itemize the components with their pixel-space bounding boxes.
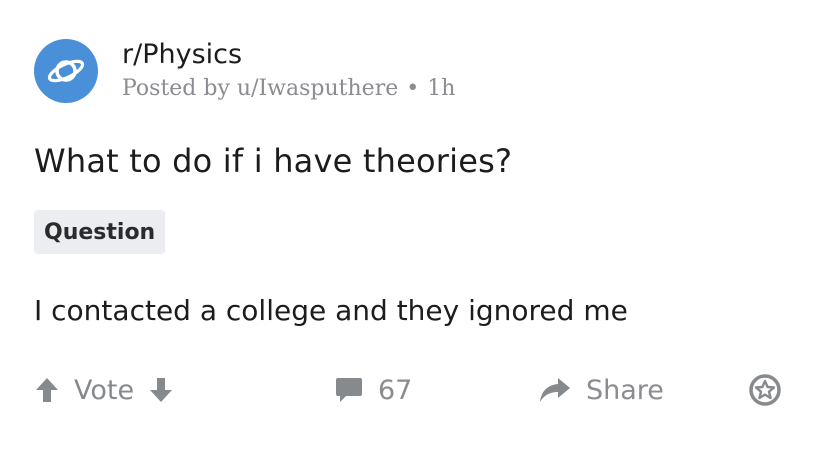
award-star-icon — [748, 373, 782, 407]
arrow-up-icon[interactable] — [34, 376, 60, 404]
post-meta: r/Physics Posted by u/Iwasputhere • 1h — [122, 38, 455, 104]
post-age: 1h — [427, 76, 456, 101]
comments-count: 67 — [378, 374, 413, 406]
planet-icon — [45, 50, 87, 92]
post-flair[interactable]: Question — [34, 210, 166, 254]
post-title[interactable]: What to do if i have theories? — [34, 142, 512, 180]
post-actions-bar: Vote 67 Share — [34, 368, 794, 412]
posted-by-prefix: Posted by — [122, 76, 230, 101]
award-button[interactable] — [748, 373, 782, 407]
arrow-down-icon[interactable] — [148, 376, 174, 404]
post-header: r/Physics Posted by u/Iwasputhere • 1h — [34, 38, 455, 104]
subreddit-name[interactable]: r/Physics — [122, 38, 455, 72]
share-label: Share — [586, 374, 664, 406]
comments-button[interactable]: 67 — [334, 375, 538, 406]
vote-group: Vote — [34, 375, 334, 406]
posted-by-line: Posted by u/Iwasputhere • 1h — [122, 74, 455, 104]
post-body: I contacted a college and they ignored m… — [34, 294, 628, 327]
share-arrow-icon — [538, 376, 572, 404]
share-button[interactable]: Share — [538, 375, 738, 406]
vote-count: Vote — [74, 374, 135, 406]
post-card: r/Physics Posted by u/Iwasputhere • 1h Wha… — [0, 0, 828, 458]
meta-separator: • — [406, 76, 420, 101]
comment-bubble-icon — [334, 375, 364, 405]
subreddit-avatar[interactable] — [34, 39, 98, 103]
author-link[interactable]: u/Iwasputhere — [237, 76, 398, 101]
